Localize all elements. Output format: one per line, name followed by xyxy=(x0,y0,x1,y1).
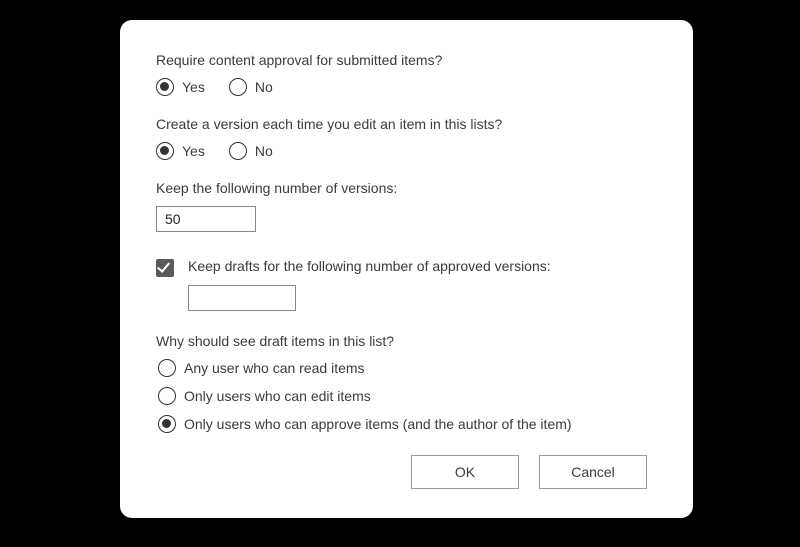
approval-radio-group: Yes No xyxy=(156,78,657,96)
radio-icon xyxy=(156,78,174,96)
cancel-button[interactable]: Cancel xyxy=(539,455,647,489)
versioning-question: Create a version each time you edit an i… xyxy=(156,116,657,132)
radio-icon xyxy=(229,142,247,160)
approval-yes-option[interactable]: Yes xyxy=(156,78,205,96)
draft-visibility-question: Why should see draft items in this list? xyxy=(156,333,657,349)
draft-visibility-option-label: Any user who can read items xyxy=(184,360,365,376)
draft-visibility-option-label: Only users who can edit items xyxy=(184,388,371,404)
dialog-button-row: OK Cancel xyxy=(156,455,647,489)
keep-drafts-label: Keep drafts for the following number of … xyxy=(188,258,551,274)
keep-versions-label: Keep the following number of versions: xyxy=(156,180,657,196)
versioning-yes-option[interactable]: Yes xyxy=(156,142,205,160)
draft-visibility-option-editors[interactable]: Only users who can edit items xyxy=(158,387,657,405)
keep-drafts-checkbox[interactable] xyxy=(156,259,174,277)
approval-no-label: No xyxy=(255,79,273,95)
versioning-yes-label: Yes xyxy=(182,143,205,159)
draft-visibility-option-approvers[interactable]: Only users who can approve items (and th… xyxy=(158,415,657,433)
versioning-radio-group: Yes No xyxy=(156,142,657,160)
approval-no-option[interactable]: No xyxy=(229,78,273,96)
draft-visibility-option-readers[interactable]: Any user who can read items xyxy=(158,359,657,377)
radio-icon xyxy=(229,78,247,96)
ok-button[interactable]: OK xyxy=(411,455,519,489)
radio-icon xyxy=(158,359,176,377)
radio-icon xyxy=(158,415,176,433)
radio-icon xyxy=(158,387,176,405)
keep-drafts-block: Keep drafts for the following number of … xyxy=(156,258,657,311)
radio-icon xyxy=(156,142,174,160)
versioning-no-label: No xyxy=(255,143,273,159)
approval-question: Require content approval for submitted i… xyxy=(156,52,657,68)
keep-drafts-input[interactable] xyxy=(188,285,296,311)
keep-versions-input[interactable] xyxy=(156,206,256,232)
draft-visibility-option-label: Only users who can approve items (and th… xyxy=(184,416,572,432)
versioning-settings-panel: Require content approval for submitted i… xyxy=(120,20,693,518)
versioning-no-option[interactable]: No xyxy=(229,142,273,160)
approval-yes-label: Yes xyxy=(182,79,205,95)
draft-visibility-radio-group: Any user who can read items Only users w… xyxy=(158,359,657,433)
